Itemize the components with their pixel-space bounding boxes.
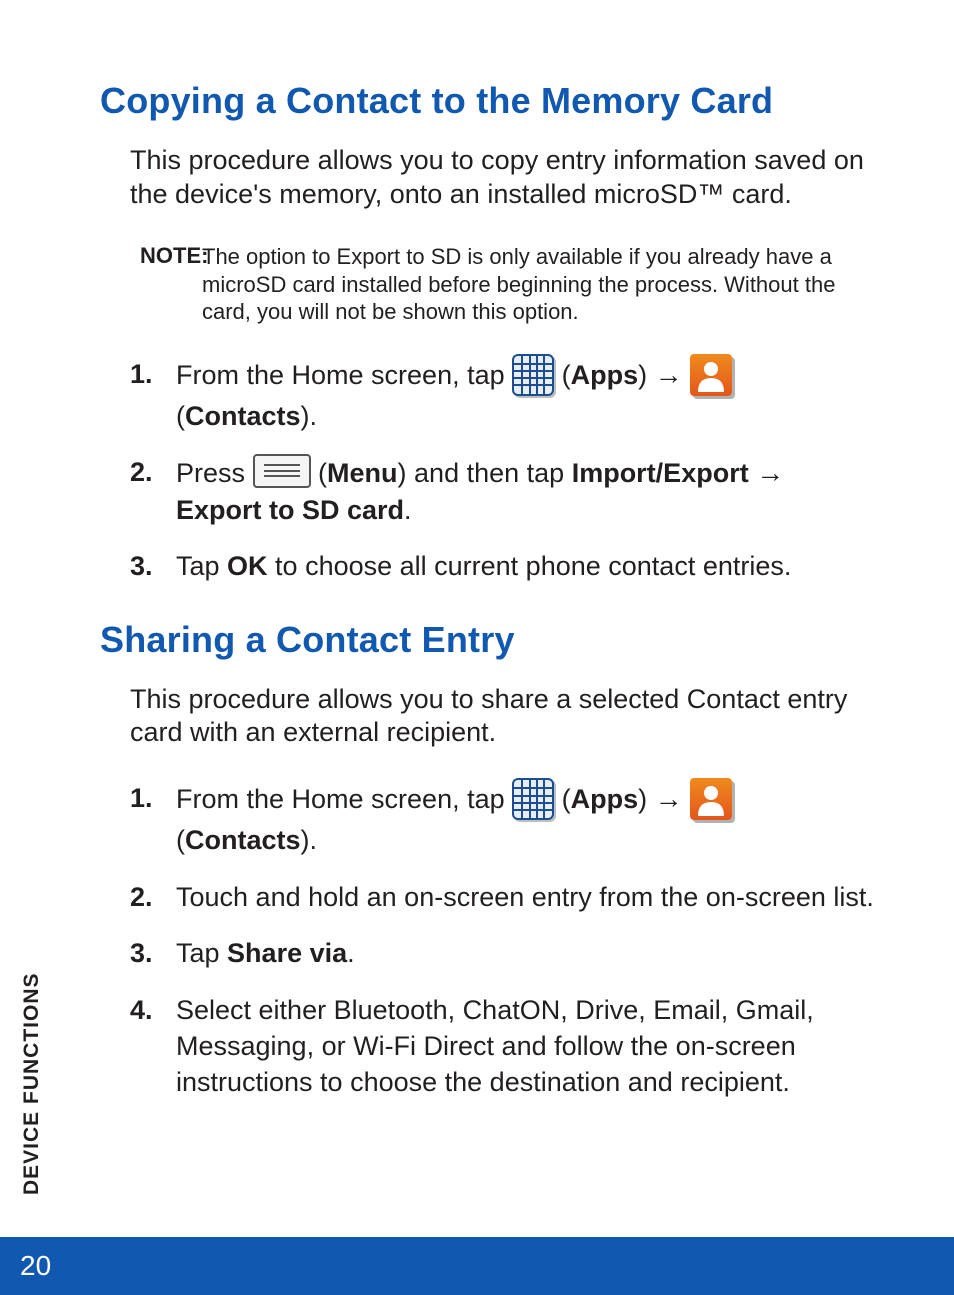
- import-export-label: Import/Export: [572, 458, 749, 488]
- apps-icon: [512, 778, 554, 820]
- step-number: 4.: [130, 992, 153, 1028]
- share-via-label: Share via: [227, 938, 347, 968]
- arrow-icon: →: [655, 783, 683, 814]
- step-text: Touch and hold an on-screen entry from t…: [176, 882, 874, 912]
- intro-copy-contact: This procedure allows you to copy entry …: [130, 144, 884, 212]
- contacts-icon: [690, 354, 732, 396]
- step-3: 3. Tap Share via.: [130, 935, 884, 971]
- apps-label: Apps: [571, 784, 639, 814]
- contacts-label: Contacts: [185, 401, 301, 431]
- note-block: NOTE: The option to Export to SD is only…: [140, 242, 884, 326]
- note-label: NOTE:: [140, 243, 208, 268]
- step-text: From the Home screen, tap: [176, 784, 512, 814]
- step-2: 2. Touch and hold an on-screen entry fro…: [130, 879, 884, 915]
- step-text: From the Home screen, tap: [176, 360, 512, 390]
- heading-copy-contact: Copying a Contact to the Memory Card: [100, 80, 884, 122]
- menu-icon: [253, 454, 311, 488]
- step-3: 3. Tap OK to choose all current phone co…: [130, 548, 884, 584]
- step-number: 1.: [130, 356, 153, 392]
- step-4: 4. Select either Bluetooth, ChatON, Driv…: [130, 992, 884, 1101]
- steps-copy-contact: 1. From the Home screen, tap (Apps) → (C…: [130, 356, 884, 585]
- arrow-icon: →: [655, 359, 683, 390]
- contacts-icon: [690, 778, 732, 820]
- step-number: 3.: [130, 548, 153, 584]
- apps-icon: [512, 354, 554, 396]
- step-text: Press: [176, 458, 253, 488]
- note-body: The option to Export to SD is only avail…: [202, 243, 884, 326]
- footer-bar: 20: [0, 1237, 954, 1295]
- step-number: 3.: [130, 935, 153, 971]
- step-1: 1. From the Home screen, tap (Apps) → (C…: [130, 356, 884, 434]
- step-number: 2.: [130, 454, 153, 490]
- steps-share-contact: 1. From the Home screen, tap (Apps) → (C…: [130, 780, 884, 1101]
- side-tab-label: DEVICE FUNCTIONS: [20, 972, 44, 1195]
- contacts-label: Contacts: [185, 825, 301, 855]
- step-text: Tap: [176, 938, 227, 968]
- step-number: 1.: [130, 780, 153, 816]
- apps-label: Apps: [571, 360, 639, 390]
- page-number: 20: [20, 1250, 51, 1282]
- intro-share-contact: This procedure allows you to share a sel…: [130, 683, 884, 751]
- ok-label: OK: [227, 551, 268, 581]
- step-2: 2. Press (Menu) and then tap Import/Expo…: [130, 454, 884, 528]
- arrow-icon: →: [756, 457, 784, 488]
- step-number: 2.: [130, 879, 153, 915]
- page-content: Copying a Contact to the Memory Card Thi…: [0, 0, 954, 1101]
- export-sd-label: Export to SD card: [176, 495, 404, 525]
- menu-label: Menu: [327, 458, 398, 488]
- step-1: 1. From the Home screen, tap (Apps) → (C…: [130, 780, 884, 858]
- step-text: Select either Bluetooth, ChatON, Drive, …: [176, 995, 814, 1098]
- heading-share-contact: Sharing a Contact Entry: [100, 619, 884, 661]
- step-text: Tap: [176, 551, 227, 581]
